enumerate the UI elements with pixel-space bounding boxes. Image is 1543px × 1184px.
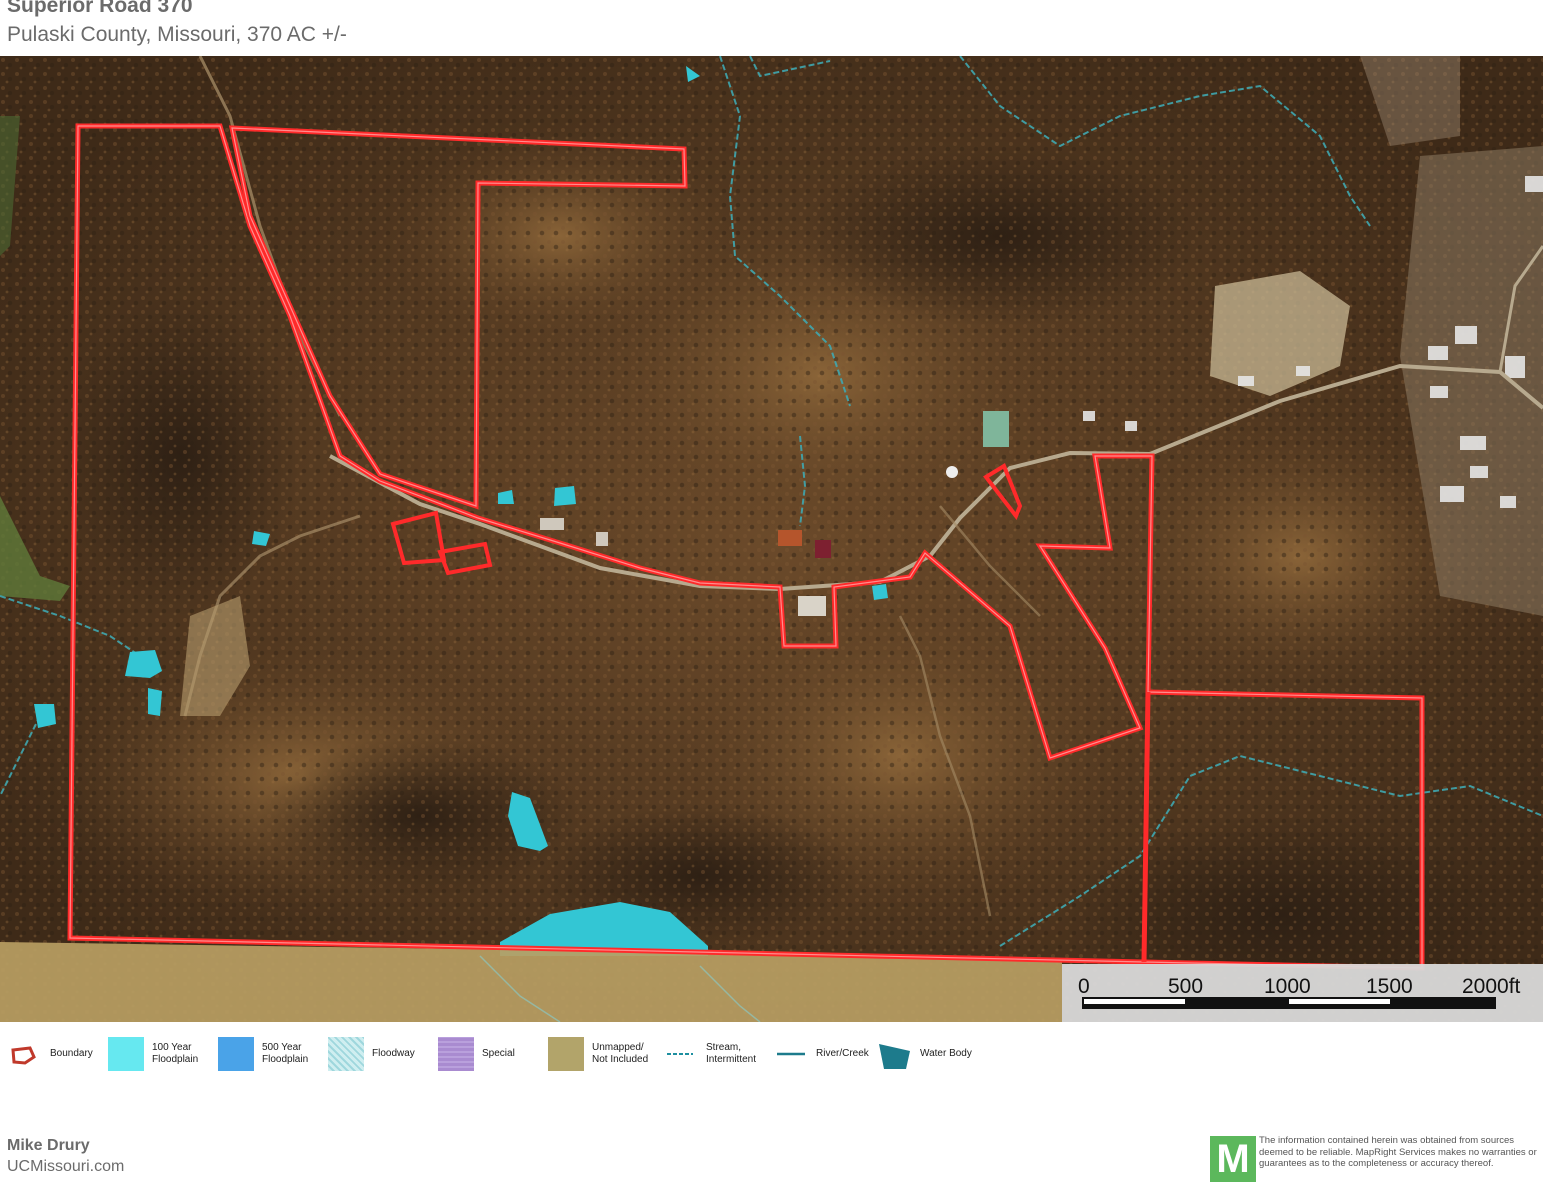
legend-label: Water Body <box>920 1048 972 1059</box>
maroon-building <box>815 540 831 558</box>
floodplain-100-swatch <box>108 1037 144 1071</box>
disclaimer-text: The information contained herein was obt… <box>1259 1135 1537 1169</box>
red-roof-building <box>778 530 802 546</box>
boundary-icon <box>11 1046 36 1065</box>
legend-label: 500 Year Floodplain <box>262 1042 309 1065</box>
legend-river-creek: River/Creek <box>772 1030 886 1078</box>
map-title: Superior Road 370 <box>7 0 193 17</box>
legend-water-body: Water Body <box>876 1030 990 1078</box>
legend-label: Unmapped/ Not Included <box>592 1042 649 1065</box>
scale-label-0: 0 <box>1078 975 1090 998</box>
building <box>798 596 826 616</box>
legend-floodway: Floodway <box>328 1030 442 1078</box>
river-creek-icon <box>777 1052 805 1056</box>
legend-100-year-floodplain: 100 Year Floodplain <box>108 1030 222 1078</box>
agent-website[interactable]: UCMissouri.com <box>7 1158 124 1176</box>
scale-bar <box>1082 997 1496 1009</box>
green-roof-building <box>983 411 1009 447</box>
scale-label-500: 500 <box>1168 975 1203 998</box>
legend-label: 100 Year Floodplain <box>152 1042 199 1065</box>
building <box>596 532 608 546</box>
tank-structure <box>946 466 958 478</box>
special-swatch <box>438 1037 474 1071</box>
legend-boundary: Boundary <box>6 1030 120 1078</box>
legend-500-year-floodplain: 500 Year Floodplain <box>218 1030 332 1078</box>
scale-label-1500: 1500 <box>1366 975 1413 998</box>
legend-label: Stream, Intermittent <box>706 1042 757 1065</box>
floodplain-500-swatch <box>218 1037 254 1071</box>
water-body-icon <box>879 1044 910 1069</box>
scale-label-2000ft: 2000ft <box>1462 975 1521 998</box>
legend-label: Floodway <box>372 1048 415 1059</box>
scale-label-1000: 1000 <box>1264 975 1311 998</box>
unmapped-swatch <box>548 1037 584 1071</box>
legend-stream-intermittent: Stream, Intermittent <box>662 1030 776 1078</box>
map-legend: Boundary 100 Year Floodplain 500 Year Fl… <box>0 1030 1543 1080</box>
stream-intermittent-icon <box>667 1053 693 1055</box>
building <box>540 518 564 530</box>
logo-letter: M <box>1216 1136 1250 1181</box>
aerial-map[interactable]: 0 500 1000 1500 2000ft <box>0 56 1543 1022</box>
agent-name: Mike Drury <box>7 1137 90 1154</box>
map-subtitle: Pulaski County, Missouri, 370 AC +/- <box>7 23 347 46</box>
tree-texture <box>0 56 1543 1022</box>
floodway-swatch <box>328 1037 364 1071</box>
mapright-logo: M <box>1210 1136 1256 1182</box>
legend-label: Special <box>482 1048 515 1059</box>
legend-unmapped: Unmapped/ Not Included <box>548 1030 662 1078</box>
legend-special: Special <box>438 1030 552 1078</box>
